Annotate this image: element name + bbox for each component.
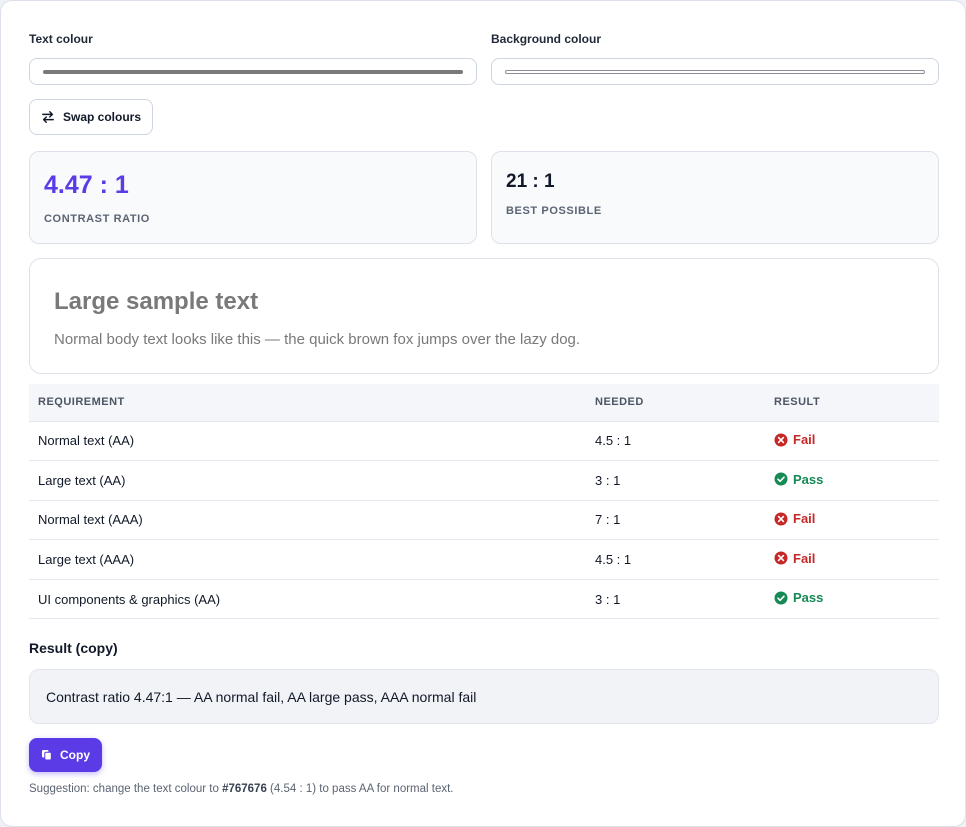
needed-cell: 4.5 : 1 <box>586 421 765 462</box>
header-result: RESULT <box>765 384 939 422</box>
table-row: Large text (AAA) 4.5 : 1 Fail <box>29 539 939 580</box>
pass-check-circle-icon <box>774 591 788 605</box>
needed-cell: 3 : 1 <box>586 460 765 501</box>
result-copy-text[interactable]: Contrast ratio 4.47:1 — AA normal fail, … <box>29 669 939 724</box>
text-colour-swatch <box>43 70 463 74</box>
header-requirement: REQUIREMENT <box>29 384 586 422</box>
needed-cell: 7 : 1 <box>586 500 765 541</box>
fail-x-circle-icon <box>774 433 788 447</box>
copy-icon <box>42 750 52 761</box>
large-sample-text: Large sample text <box>54 288 259 315</box>
best-possible-caption: BEST POSSIBLE <box>506 205 602 217</box>
swap-arrows-icon <box>42 111 54 123</box>
fail-x-circle-icon <box>774 551 788 565</box>
copy-button-label: Copy <box>60 748 90 762</box>
background-colour-label: Background colour <box>491 32 602 46</box>
swap-colours-button[interactable]: Swap colours <box>29 99 153 135</box>
result-cell: Fail <box>765 500 939 541</box>
result-cell: Fail <box>765 539 939 580</box>
result-cell: Fail <box>765 421 939 462</box>
contrast-ratio-card: 4.47 : 1 CONTRAST RATIO <box>29 151 477 244</box>
requirement-cell: Normal text (AA) <box>29 421 586 462</box>
fail-badge: Fail <box>774 551 815 566</box>
result-copy-heading: Result (copy) <box>29 640 118 656</box>
fail-x-circle-icon <box>774 512 788 526</box>
suggestion-text: Suggestion: change the text colour to #7… <box>29 783 454 795</box>
suggestion-prefix: Suggestion: change the text colour to <box>29 783 223 795</box>
table-row: Normal text (AA) 4.5 : 1 Fail <box>29 421 939 462</box>
swap-colours-label: Swap colours <box>63 110 142 124</box>
result-label: Pass <box>793 590 824 606</box>
result-label: Pass <box>793 471 824 487</box>
sample-preview: Large sample text Normal body text looks… <box>29 258 939 374</box>
best-possible-value: 21 : 1 <box>506 171 555 192</box>
needed-cell: 4.5 : 1 <box>586 539 765 580</box>
text-colour-input[interactable] <box>29 58 477 85</box>
requirements-table: REQUIREMENT NEEDED RESULT Normal text (A… <box>29 384 939 620</box>
result-cell: Pass <box>765 579 939 620</box>
fail-badge: Fail <box>774 511 815 526</box>
table-header-row: REQUIREMENT NEEDED RESULT <box>29 384 939 422</box>
fail-badge: Fail <box>774 432 815 447</box>
background-colour-input[interactable] <box>491 58 939 85</box>
copy-button[interactable]: Copy <box>29 738 102 772</box>
requirement-cell: Large text (AAA) <box>29 539 586 580</box>
result-label: Fail <box>793 550 816 566</box>
text-colour-label: Text colour <box>29 32 93 46</box>
suggestion-suffix: (4.54 : 1) to pass AA for normal text. <box>266 783 454 795</box>
pass-check-circle-icon <box>774 472 788 486</box>
result-label: Fail <box>793 511 816 527</box>
pass-badge: Pass <box>774 590 823 605</box>
result-cell: Pass <box>765 460 939 501</box>
contrast-ratio-value: 4.47 : 1 <box>44 171 129 199</box>
pass-badge: Pass <box>774 472 823 487</box>
background-colour-swatch <box>505 70 925 74</box>
result-label: Fail <box>793 432 816 448</box>
table-row: Normal text (AAA) 7 : 1 Fail <box>29 500 939 541</box>
header-needed: NEEDED <box>586 384 765 422</box>
table-row: Large text (AA) 3 : 1 Pass <box>29 460 939 501</box>
contrast-ratio-caption: CONTRAST RATIO <box>44 213 150 225</box>
requirement-cell: UI components & graphics (AA) <box>29 579 586 620</box>
needed-cell: 3 : 1 <box>586 579 765 620</box>
best-possible-card: 21 : 1 BEST POSSIBLE <box>491 151 939 244</box>
suggested-colour: #767676 <box>222 783 267 795</box>
table-row: UI components & graphics (AA) 3 : 1 Pass <box>29 579 939 620</box>
contrast-checker-card: Text colour Background colour Swap colou… <box>0 0 966 827</box>
requirement-cell: Large text (AA) <box>29 460 586 501</box>
requirement-cell: Normal text (AAA) <box>29 500 586 541</box>
body-sample-text: Normal body text looks like this — the q… <box>54 331 581 348</box>
